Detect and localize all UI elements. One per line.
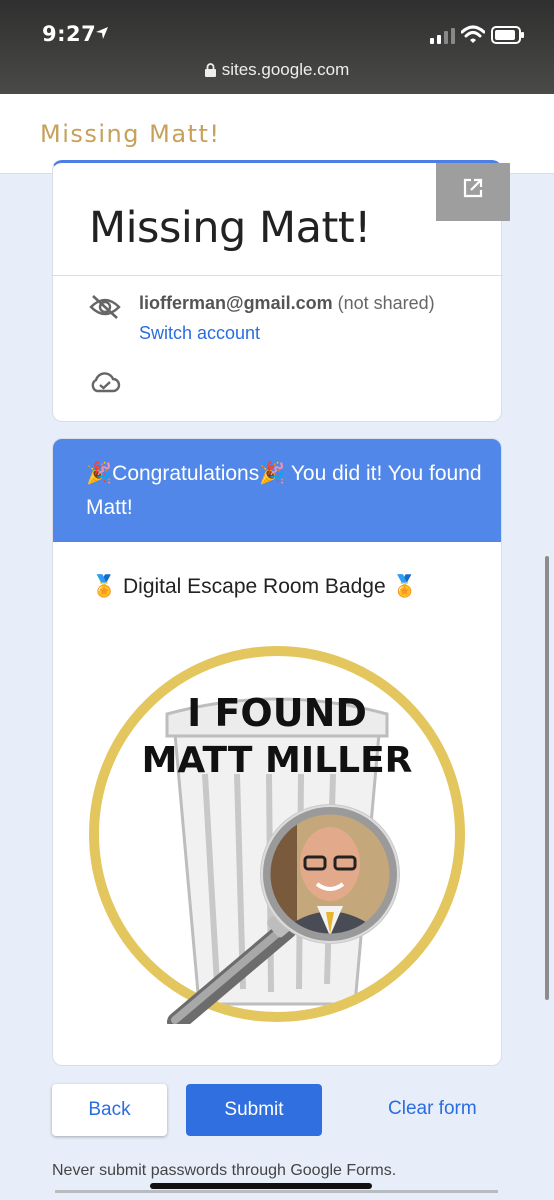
open-in-new-button[interactable] xyxy=(436,163,510,221)
form-title: Missing Matt! xyxy=(89,203,371,253)
vertical-scrollbar[interactable] xyxy=(545,556,549,1000)
form-header-card: Missing Matt! liofferman@gmail.com (not … xyxy=(52,160,510,422)
wifi-icon xyxy=(461,25,485,43)
clock-time: 9:27 xyxy=(42,22,97,46)
status-bar: 9:27 sites.google.com xyxy=(0,0,554,94)
account-email: liofferman@gmail.com xyxy=(139,293,333,313)
battery-icon xyxy=(491,26,524,44)
clear-form-button[interactable]: Clear form xyxy=(388,1098,477,1120)
badge-heading-line1: I FOUND xyxy=(187,691,367,735)
switch-account-link[interactable]: Switch account xyxy=(139,323,260,344)
cloud-saved-icon xyxy=(91,372,121,393)
horizontal-scrollbar[interactable] xyxy=(55,1190,498,1193)
site-title[interactable]: Missing Matt! xyxy=(40,120,220,148)
open-in-new-icon xyxy=(463,178,483,198)
cellular-signal-icon xyxy=(430,28,455,44)
address-bar[interactable]: sites.google.com xyxy=(0,60,554,80)
back-button[interactable]: Back xyxy=(52,1084,167,1136)
badge-heading-line2: MATT MILLER xyxy=(142,740,413,781)
location-arrow-icon xyxy=(96,27,108,39)
section-banner: 🎉Congratulations🎉 You did it! You found … xyxy=(53,439,501,542)
url-text: sites.google.com xyxy=(221,60,350,79)
submit-button[interactable]: Submit xyxy=(186,1084,322,1136)
not-shared-label: (not shared) xyxy=(337,293,435,313)
found-matt-badge-image: I FOUND MATT MILLER xyxy=(89,646,465,1024)
home-indicator[interactable] xyxy=(150,1183,372,1189)
account-info: liofferman@gmail.com (not shared) xyxy=(139,293,435,314)
badge-caption: 🏅 Digital Escape Room Badge 🏅 xyxy=(91,575,418,598)
password-warning: Never submit passwords through Google Fo… xyxy=(52,1162,397,1179)
section-card: 🎉Congratulations🎉 You did it! You found … xyxy=(52,438,502,1066)
eye-off-icon xyxy=(89,295,121,319)
divider xyxy=(53,275,503,276)
lock-icon xyxy=(204,63,216,77)
